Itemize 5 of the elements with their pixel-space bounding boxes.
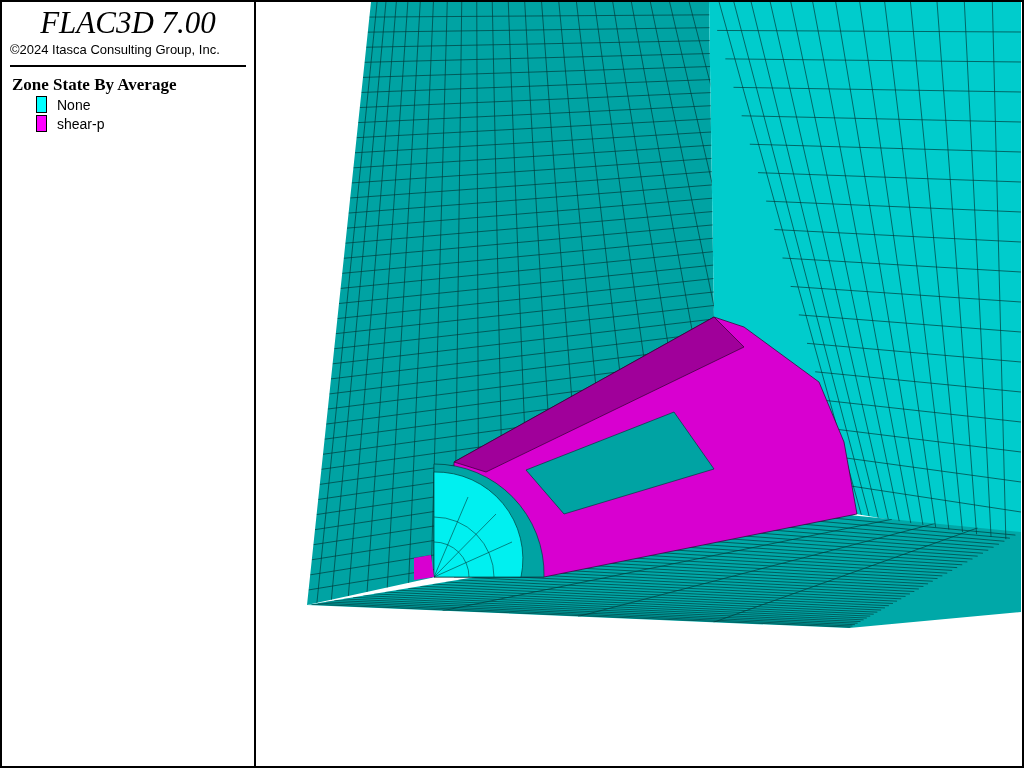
app-title: FLAC3D 7.00 — [39, 6, 217, 40]
copyright-text: ©2024 Itasca Consulting Group, Inc. — [10, 42, 221, 57]
legend-label: None — [57, 96, 91, 113]
legend-title: Zone State By Average — [12, 75, 178, 95]
legend-label: shear-p — [57, 115, 105, 132]
